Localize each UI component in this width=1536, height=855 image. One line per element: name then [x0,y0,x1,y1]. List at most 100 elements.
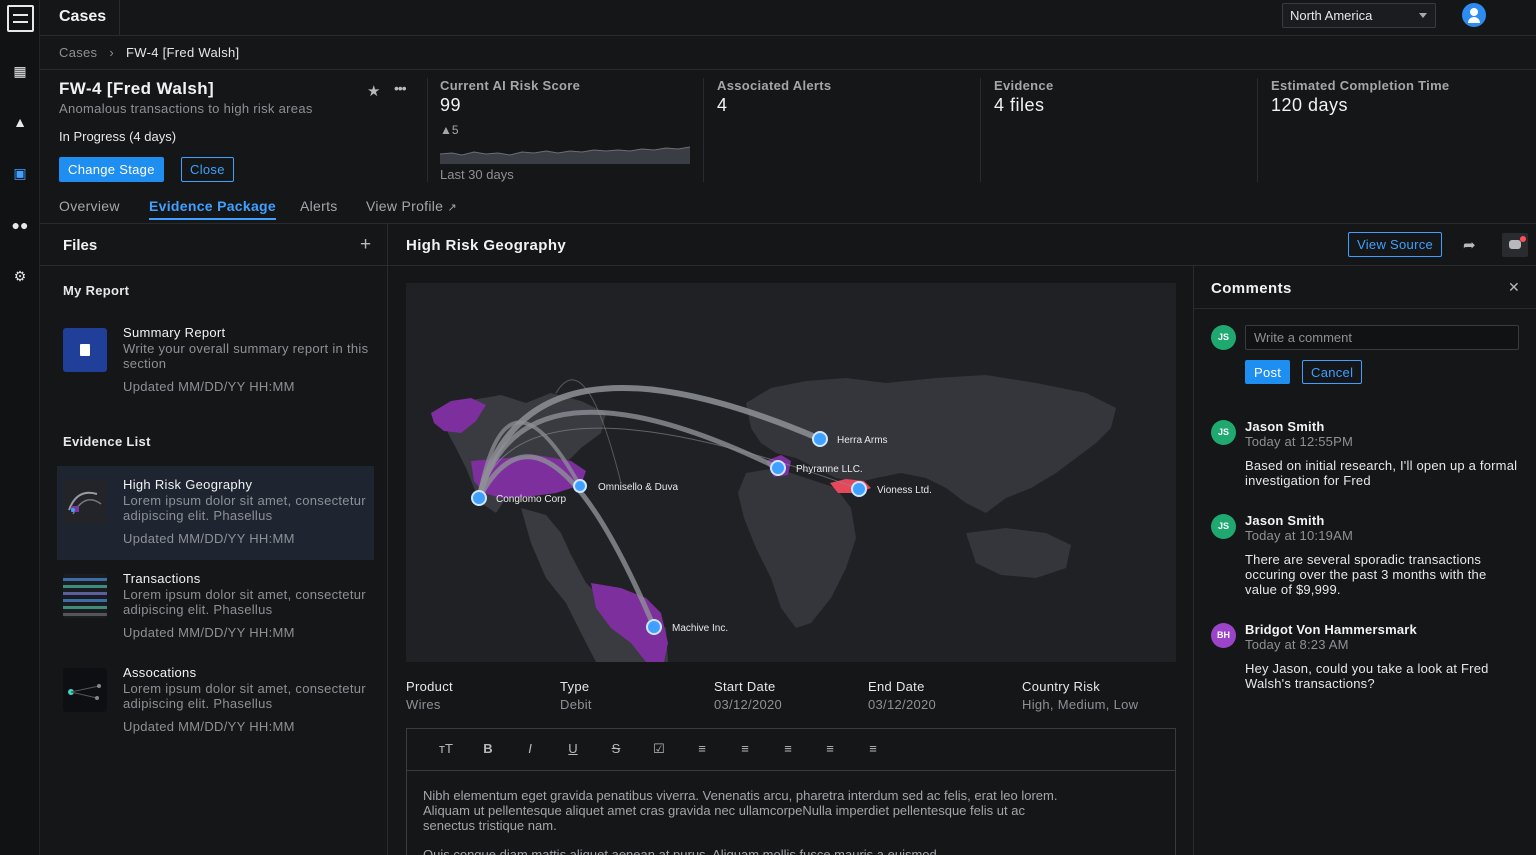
map-label: Machive Inc. [672,623,728,634]
metric-alerts: Associated Alerts 4 [717,78,831,116]
map-node[interactable] [812,431,828,447]
comment-body: There are several sporadic transactions … [1245,552,1487,597]
bold-icon[interactable]: B [477,741,499,756]
meta-key: Product [406,679,453,694]
share-icon[interactable]: ➦ [1463,236,1476,254]
case-title: FW-4 [Fred Walsh] [59,79,215,98]
file-name: Summary Report [123,325,226,340]
editor-paragraph[interactable]: Quis congue diam mattis aliquet aenean a… [423,847,1163,855]
more-icon[interactable]: ••• [394,80,407,96]
chevron-right-icon: › [109,45,114,60]
risk-delta: ▲5 [440,123,459,137]
tab-view-profile[interactable]: View Profile ↗ [366,198,457,214]
app-logo-icon[interactable] [7,5,34,32]
strikethrough-icon[interactable]: S [605,741,627,756]
breadcrumb-root[interactable]: Cases [59,45,97,60]
numbered-list-icon[interactable]: ≡ [734,741,756,756]
align-left-icon[interactable]: ≡ [777,741,799,756]
map-node[interactable] [573,479,587,493]
chat-icon[interactable] [1502,233,1528,257]
network-thumbnail-icon [63,668,107,712]
align-center-icon[interactable]: ≡ [819,741,841,756]
cancel-button[interactable]: Cancel [1302,360,1363,384]
file-desc: Write your overall summary report in thi… [123,341,369,371]
comments-panel: Comments ✕ JS Post Cancel JS Jason Smith… [1193,266,1536,855]
divider [980,78,981,182]
file-name: High Risk Geography [123,477,253,492]
rich-text-editor[interactable]: ᴛT B I U S ☑ ≡ ≡ ≡ ≡ ≡ Nibh elementum eg… [406,728,1176,855]
evidence-list-label: Evidence List [63,434,151,449]
view-source-button[interactable]: View Source [1348,232,1443,257]
warning-icon[interactable]: ▲ [0,114,40,130]
star-icon[interactable]: ★ [367,82,380,100]
meta-key: Start Date [714,679,776,694]
text-size-icon[interactable]: ᴛT [435,741,457,756]
comment-author: Jason Smith [1245,419,1325,434]
metric-label: Associated Alerts [717,78,832,93]
file-desc: Lorem ipsum dolor sit amet, consectetur … [123,587,366,617]
metric-value: 99 [440,95,462,115]
map-node[interactable] [471,490,487,506]
comment-input[interactable] [1245,325,1519,350]
file-desc: Lorem ipsum dolor sit amet, consectetur … [123,493,366,523]
divider [40,69,1536,70]
metric-value: 120 days [1271,95,1349,115]
files-panel: Files + My Report Summary Report Write y… [40,224,388,855]
risk-map[interactable]: Conglomo Corp Omnisello & Duva Herra Arm… [406,283,1176,662]
map-label: Vioness Ltd. [877,485,932,496]
users-icon[interactable]: ●● [0,217,40,233]
tab-overview[interactable]: Overview [59,198,120,214]
map-label: Herra Arms [837,435,888,446]
briefcase-icon[interactable]: ▣ [0,165,40,182]
italic-icon[interactable]: I [519,741,541,756]
metric-completion: Estimated Completion Time 120 days [1271,78,1449,116]
map-node[interactable] [646,619,662,635]
post-button[interactable]: Post [1245,360,1291,384]
meta-country-risk: Country Risk High, Medium, Low [1022,679,1138,712]
grid-icon[interactable]: ▦ [0,63,40,80]
world-map: Conglomo Corp Omnisello & Duva Herra Arm… [431,375,1116,662]
plus-icon[interactable]: + [360,234,371,256]
metric-label: Estimated Completion Time [1271,78,1450,93]
map-node[interactable] [770,460,786,476]
align-right-icon[interactable]: ≡ [862,741,884,756]
meta-value: Debit [560,697,592,712]
comment-author: Bridgot Von Hammersmark [1245,622,1417,637]
user-avatar[interactable] [1462,3,1486,27]
meta-value: High, Medium, Low [1022,697,1139,712]
tab-alerts[interactable]: Alerts [300,198,338,214]
file-name: Transactions [123,571,201,586]
checklist-icon[interactable]: ☑ [648,741,670,757]
region-select[interactable]: North America [1282,3,1436,28]
file-item-high-risk-geography[interactable]: High Risk Geography Lorem ipsum dolor si… [57,466,374,560]
evidence-title: High Risk Geography [406,237,567,254]
file-updated: Updated MM/DD/YY HH:MM [123,719,295,734]
divider [119,0,120,36]
close-icon[interactable]: ✕ [1508,279,1520,296]
comment-body: Based on initial research, I'll open up … [1245,458,1518,488]
risk-sparkline [440,146,691,164]
map-label: Omnisello & Duva [598,482,678,493]
metric-value: 4 files [994,95,1045,115]
file-item-transactions[interactable]: Transactions Lorem ipsum dolor sit amet,… [57,560,374,654]
map-node[interactable] [851,481,867,497]
meta-key: Type [560,679,590,694]
chevron-down-icon [1419,13,1427,18]
divider [1257,78,1258,182]
left-rail: ▦ ▲ ▣ ●● ⚙ [0,0,40,855]
file-item-summary-report[interactable]: Summary Report Write your overall summar… [57,314,374,408]
divider [1194,308,1536,309]
editor-paragraph[interactable]: Nibh elementum eget gravida penatibus vi… [423,788,1063,833]
close-case-button[interactable]: Close [181,157,234,182]
bullet-list-icon[interactable]: ≡ [691,741,713,756]
files-title: Files [63,237,98,254]
file-item-assocations[interactable]: Assocations Lorem ipsum dolor sit amet, … [57,654,374,748]
underline-icon[interactable]: U [562,741,584,756]
gear-icon[interactable]: ⚙ [0,268,40,285]
tab-evidence-package[interactable]: Evidence Package [149,198,276,220]
avatar: JS [1211,420,1236,445]
metric-label: Current AI Risk Score [440,78,581,93]
change-stage-button[interactable]: Change Stage [59,157,164,182]
breadcrumb: Cases › FW-4 [Fred Walsh] [59,45,239,60]
meta-value: Wires [406,697,441,712]
